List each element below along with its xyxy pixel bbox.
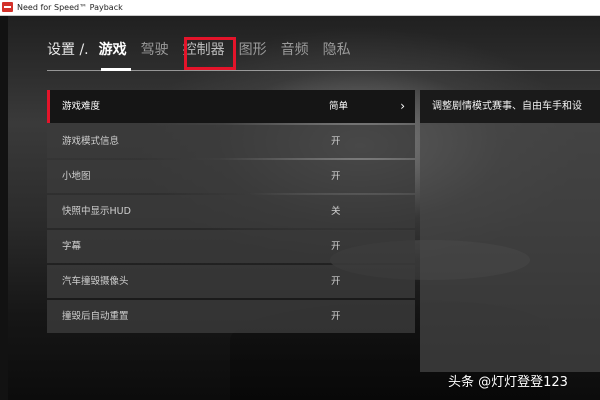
setting-value: 开	[331, 311, 341, 322]
settings-list: 游戏难度 简单 › 游戏模式信息 开 小地图 开 快照中显示HUD 关 字幕 开…	[47, 90, 415, 335]
setting-row-minimap[interactable]: 小地图 开	[47, 160, 415, 193]
setting-value: 开	[331, 241, 341, 252]
setting-value: 关	[331, 206, 341, 217]
setting-label: 快照中显示HUD	[62, 206, 131, 217]
setting-row-difficulty[interactable]: 游戏难度 简单 ›	[47, 90, 415, 123]
tab-audio[interactable]: 音频	[281, 38, 309, 62]
description-text: 调整剧情模式赛事、自由车手和设	[420, 90, 600, 123]
window-title: Need for Speed™ Payback	[17, 3, 123, 12]
nfs-app-icon	[2, 2, 13, 12]
active-tab-underline	[101, 68, 131, 71]
description-panel: 调整剧情模式赛事、自由车手和设	[420, 90, 600, 372]
setting-value: 开	[331, 171, 341, 182]
setting-row-auto-reset[interactable]: 撞毁后自动重置 开	[47, 300, 415, 333]
setting-row-game-mode-info[interactable]: 游戏模式信息 开	[47, 125, 415, 158]
chevron-right-icon[interactable]: ›	[400, 90, 405, 123]
setting-label: 游戏模式信息	[62, 136, 120, 147]
window-titlebar: Need for Speed™ Payback	[0, 0, 600, 16]
setting-value: 开	[331, 276, 341, 287]
watermark: 头条 @灯灯登登123	[448, 375, 568, 390]
setting-label: 撞毁后自动重置	[62, 311, 129, 322]
setting-value: 开	[331, 136, 341, 147]
setting-value: 简单	[329, 101, 349, 112]
controller-tab-highlight-box	[184, 37, 236, 70]
breadcrumb-settings: 设置 /.	[47, 42, 89, 58]
setting-row-snapshot-hud[interactable]: 快照中显示HUD 关	[47, 195, 415, 228]
tab-driving[interactable]: 驾驶	[141, 38, 169, 62]
setting-label: 汽车撞毁摄像头	[62, 276, 129, 287]
window-frame-left	[0, 16, 8, 400]
tab-privacy[interactable]: 隐私	[323, 38, 351, 62]
tab-game[interactable]: 游戏	[99, 38, 127, 62]
setting-row-crash-camera[interactable]: 汽车撞毁摄像头 开	[47, 265, 415, 298]
setting-label: 小地图	[62, 171, 91, 182]
setting-row-subtitles[interactable]: 字幕 开	[47, 230, 415, 263]
setting-label: 字幕	[62, 241, 82, 252]
tab-graphics[interactable]: 图形	[239, 38, 267, 62]
setting-label: 游戏难度	[62, 101, 101, 112]
